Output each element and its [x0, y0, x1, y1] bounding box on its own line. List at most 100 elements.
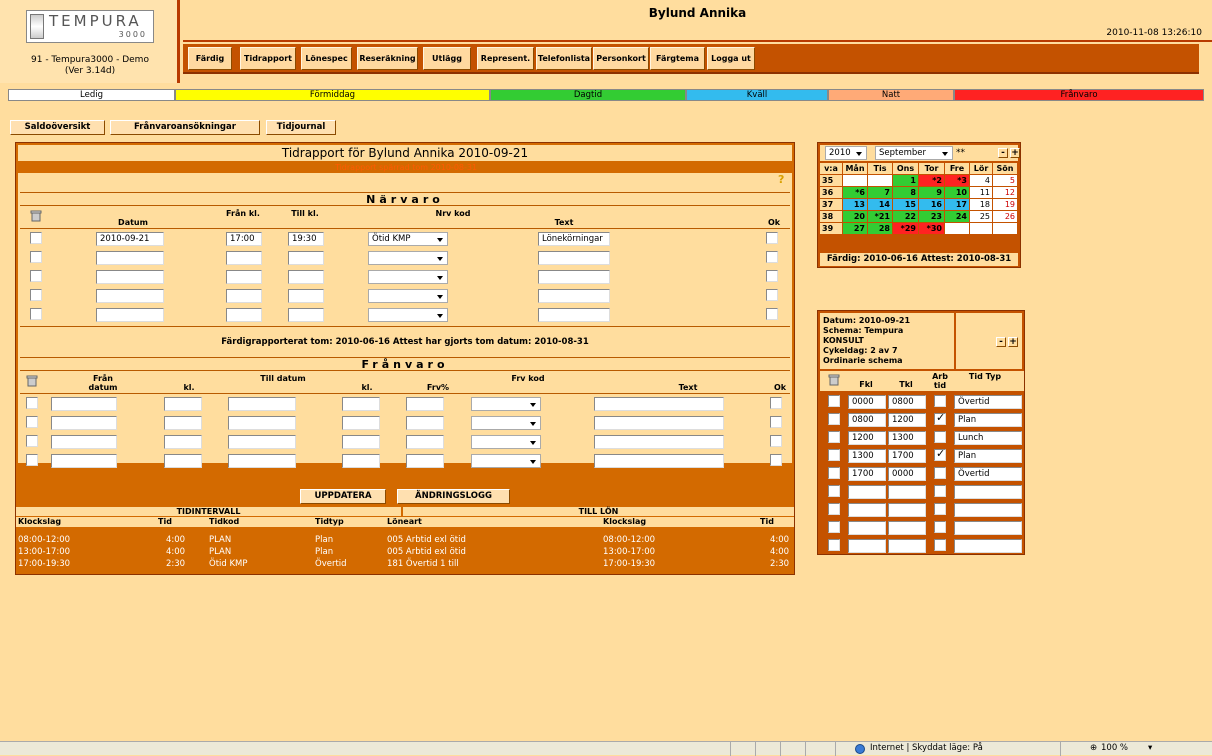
presence-text-input[interactable] — [538, 270, 610, 284]
calendar-day[interactable]: 17 — [945, 199, 969, 210]
calendar-day[interactable]: 9 — [919, 187, 944, 198]
schedule-row-select[interactable] — [828, 431, 840, 443]
presence-code-select[interactable] — [368, 308, 448, 322]
presence-from-input[interactable]: 17:00 — [226, 232, 262, 246]
update-button[interactable]: UPPDATERA — [300, 489, 386, 504]
absence-to-time-input[interactable] — [342, 416, 380, 430]
absence-to-time-input[interactable] — [342, 397, 380, 411]
absence-to-date-input[interactable] — [228, 454, 296, 468]
calendar-day[interactable]: 18 — [970, 199, 992, 210]
absence-from-date-input[interactable] — [51, 416, 117, 430]
calendar-day[interactable]: 16 — [919, 199, 944, 210]
nav-fargtema[interactable]: Färgtema — [650, 47, 705, 70]
schedule-type-input[interactable]: Övertid — [954, 395, 1022, 409]
calendar-next-button[interactable]: + — [1010, 148, 1020, 158]
zoom-level[interactable]: 100 % — [1101, 742, 1128, 755]
chevron-down-icon[interactable]: ▾ — [1148, 742, 1152, 755]
presence-ok-checkbox[interactable] — [766, 251, 778, 263]
absence-row-select[interactable] — [26, 435, 38, 447]
presence-code-select[interactable] — [368, 270, 448, 284]
calendar-day[interactable]: *3 — [945, 175, 969, 186]
absence-text-input[interactable] — [594, 416, 724, 430]
schedule-type-input[interactable]: Övertid — [954, 467, 1022, 481]
absence-row-select[interactable] — [26, 397, 38, 409]
presence-text-input[interactable] — [538, 308, 610, 322]
calendar-day[interactable]: 4 — [970, 175, 992, 186]
schedule-to-input[interactable]: 1700 — [888, 449, 926, 463]
calendar-day[interactable]: 11 — [970, 187, 992, 198]
presence-code-select[interactable]: Ötid KMP — [368, 232, 448, 246]
schedule-type-input[interactable] — [954, 521, 1022, 535]
calendar-day[interactable]: 25 — [970, 211, 992, 222]
absence-to-time-input[interactable] — [342, 454, 380, 468]
schedule-to-input[interactable]: 0000 — [888, 467, 926, 481]
absence-code-select[interactable] — [471, 416, 541, 430]
calendar-day[interactable]: *29 — [893, 223, 918, 234]
schedule-from-input[interactable] — [848, 485, 886, 499]
schedule-worktime-checkbox[interactable] — [934, 539, 946, 551]
schedule-row-select[interactable] — [828, 449, 840, 461]
schedule-to-input[interactable]: 1300 — [888, 431, 926, 445]
schedule-from-input[interactable]: 1700 — [848, 467, 886, 481]
presence-code-select[interactable] — [368, 251, 448, 265]
calendar-day[interactable]: 19 — [993, 199, 1017, 210]
presence-text-input[interactable]: Lönekörningar — [538, 232, 610, 246]
schedule-row-select[interactable] — [828, 485, 840, 497]
calendar-day[interactable]: 13 — [843, 199, 867, 210]
schedule-worktime-checkbox[interactable] — [934, 411, 946, 425]
absence-code-select[interactable] — [471, 397, 541, 411]
absence-row-select[interactable] — [26, 416, 38, 428]
nav-lonespec[interactable]: Lönespec — [301, 47, 352, 70]
schedule-row-select[interactable] — [828, 413, 840, 425]
nav-telefonlista[interactable]: Telefonlista — [536, 47, 592, 70]
schedule-worktime-checkbox[interactable] — [934, 395, 946, 407]
zoom-icon[interactable]: ⊕ — [1090, 742, 1097, 755]
absence-from-date-input[interactable] — [51, 397, 117, 411]
presence-from-input[interactable] — [226, 308, 262, 322]
schedule-type-input[interactable] — [954, 539, 1022, 553]
presence-date-input[interactable] — [96, 289, 164, 303]
absence-code-select[interactable] — [471, 454, 541, 468]
calendar-day[interactable]: 12 — [993, 187, 1017, 198]
absence-row-select[interactable] — [26, 454, 38, 466]
presence-date-input[interactable]: 2010-09-21 — [96, 232, 164, 246]
presence-to-input[interactable] — [288, 308, 324, 322]
presence-date-input[interactable] — [96, 251, 164, 265]
schedule-next-button[interactable]: + — [1008, 337, 1018, 347]
schedule-row-select[interactable] — [828, 395, 840, 407]
month-select[interactable]: September — [875, 146, 953, 160]
help-icon[interactable]: ? — [778, 173, 784, 186]
schedule-type-input[interactable] — [954, 485, 1022, 499]
calendar-day[interactable]: 14 — [868, 199, 892, 210]
presence-ok-checkbox[interactable] — [766, 289, 778, 301]
nav-logga-ut[interactable]: Logga ut — [707, 47, 755, 70]
calendar-day[interactable]: 28 — [868, 223, 892, 234]
calendar-day[interactable]: 1 — [893, 175, 918, 186]
schedule-from-input[interactable] — [848, 521, 886, 535]
schedule-worktime-checkbox[interactable] — [934, 447, 946, 461]
schedule-worktime-checkbox[interactable] — [934, 485, 946, 497]
presence-row-select[interactable] — [30, 289, 42, 301]
presence-code-select[interactable] — [368, 289, 448, 303]
franvaroansokningar-button[interactable]: Frånvaroansökningar — [110, 120, 260, 135]
absence-ok-checkbox[interactable] — [770, 416, 782, 428]
saldooversikt-button[interactable]: Saldoöversikt — [10, 120, 105, 135]
absence-to-date-input[interactable] — [228, 435, 296, 449]
schedule-from-input[interactable]: 0800 — [848, 413, 886, 427]
schedule-worktime-checkbox[interactable] — [934, 467, 946, 479]
absence-from-time-input[interactable] — [164, 435, 202, 449]
schedule-from-input[interactable]: 0000 — [848, 395, 886, 409]
absence-text-input[interactable] — [594, 454, 724, 468]
presence-row-select[interactable] — [30, 270, 42, 282]
absence-from-time-input[interactable] — [164, 397, 202, 411]
presence-row-select[interactable] — [30, 251, 42, 263]
schedule-type-input[interactable]: Plan — [954, 449, 1022, 463]
absence-from-date-input[interactable] — [51, 454, 117, 468]
calendar-day[interactable]: *30 — [919, 223, 944, 234]
absence-ok-checkbox[interactable] — [770, 397, 782, 409]
absence-ok-checkbox[interactable] — [770, 435, 782, 447]
calendar-day[interactable]: 15 — [893, 199, 918, 210]
presence-ok-checkbox[interactable] — [766, 308, 778, 320]
change-log-button[interactable]: ÄNDRINGSLOGG — [397, 489, 510, 504]
schedule-to-input[interactable] — [888, 539, 926, 553]
